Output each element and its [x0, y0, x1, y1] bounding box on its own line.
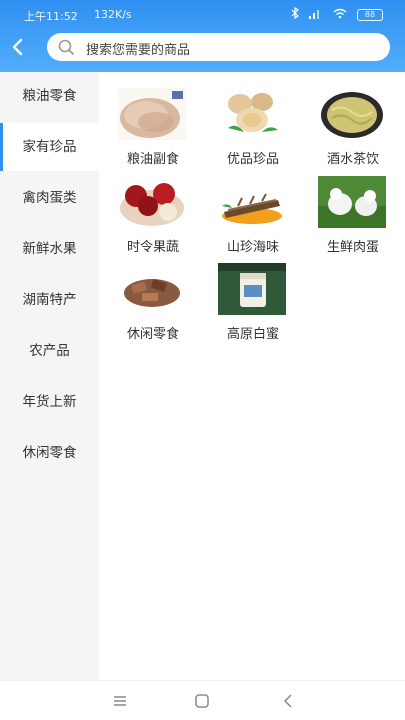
product-image — [218, 176, 286, 228]
sidebar-item-label: 湖南特产 — [22, 292, 77, 308]
category-sidebar: 粮油零食 家有珍品 禽肉蛋类 新鲜水果 湖南特产 农产品 年货上新 休闲零食 — [0, 72, 99, 680]
product-image — [318, 176, 386, 228]
product-label: 高原白蜜 — [226, 327, 279, 342]
product-grid: 粮油副食 优品珍品 酒水茶饮 时令果蔬 山珍海味 生鲜肉蛋 休闲零食 高原白蜜 — [99, 72, 405, 680]
sidebar-item-grain-oil[interactable]: 粮油零食 — [0, 72, 99, 120]
active-indicator — [0, 123, 3, 171]
status-icons: 88 — [291, 6, 383, 22]
product-label: 休闲零食 — [126, 327, 179, 342]
sidebar-item-label: 年货上新 — [22, 394, 77, 410]
back-button[interactable] — [7, 36, 29, 58]
sidebar-item-fresh-fruit[interactable]: 新鲜水果 — [0, 225, 99, 273]
sidebar-item-label: 休闲零食 — [22, 445, 77, 461]
product-snacks[interactable]: 休闲零食 — [108, 247, 198, 342]
product-image — [218, 263, 286, 315]
status-time: 上午11:52 — [24, 10, 78, 23]
search-input[interactable]: 搜索您需要的商品 — [47, 33, 390, 61]
status-network-speed: 132K/s — [94, 8, 132, 21]
sidebar-item-new-year-goods[interactable]: 年货上新 — [0, 378, 99, 426]
sidebar-item-label: 禽肉蛋类 — [22, 190, 77, 206]
product-image — [118, 88, 186, 140]
product-label: 生鲜肉蛋 — [326, 240, 379, 255]
sidebar-item-hunan-specialty[interactable]: 湖南特产 — [0, 276, 99, 324]
product-image — [118, 263, 186, 315]
product-image — [218, 88, 286, 140]
product-image — [318, 88, 386, 140]
sidebar-item-snacks[interactable]: 休闲零食 — [0, 429, 99, 477]
battery-icon: 88 — [357, 8, 383, 21]
product-mountain-sea[interactable]: 山珍海味 — [208, 160, 298, 255]
product-seasonal-produce[interactable]: 时令果蔬 — [108, 160, 198, 255]
signal-icon — [309, 8, 323, 22]
sidebar-item-home-treasures[interactable]: 家有珍品 — [0, 123, 99, 171]
menu-icon — [114, 696, 126, 706]
sidebar-item-label: 农产品 — [29, 343, 70, 359]
product-fresh-meat-eggs[interactable]: 生鲜肉蛋 — [308, 160, 398, 255]
system-nav-bar — [0, 680, 405, 720]
home-icon — [195, 694, 209, 708]
bluetooth-icon — [291, 6, 299, 22]
sidebar-item-farm-products[interactable]: 农产品 — [0, 327, 99, 375]
status-bar: 上午11:52 132K/s 88 — [0, 0, 405, 28]
wifi-icon — [333, 8, 347, 22]
product-premium[interactable]: 优品珍品 — [208, 72, 298, 167]
sidebar-item-label: 新鲜水果 — [22, 241, 77, 257]
back-icon — [283, 694, 292, 708]
sidebar-item-label: 粮油零食 — [22, 88, 77, 104]
system-back-button[interactable] — [278, 691, 298, 711]
sidebar-item-label: 家有珍品 — [22, 139, 77, 155]
app-header: 上午11:52 132K/s 88 搜索您需要的商品 — [0, 0, 405, 72]
search-icon — [57, 38, 75, 56]
product-plateau-honey[interactable]: 高原白蜜 — [208, 247, 298, 342]
search-placeholder: 搜索您需要的商品 — [86, 43, 191, 58]
chevron-left-icon — [12, 38, 23, 56]
menu-button[interactable] — [110, 691, 130, 711]
product-image — [118, 176, 186, 228]
home-button[interactable] — [192, 691, 212, 711]
product-drinks-tea[interactable]: 酒水茶饮 — [308, 72, 398, 167]
product-grain-oil[interactable]: 粮油副食 — [108, 72, 198, 167]
sidebar-item-poultry-eggs[interactable]: 禽肉蛋类 — [0, 174, 99, 222]
